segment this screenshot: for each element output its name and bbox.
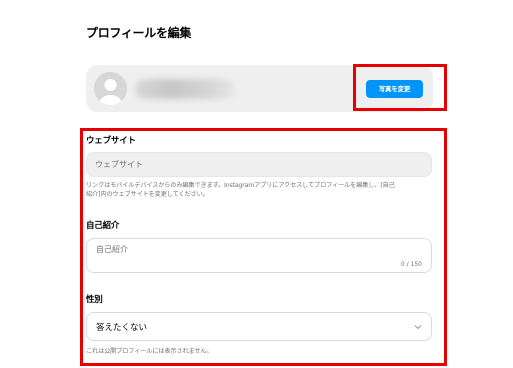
username-redacted — [135, 79, 235, 99]
highlight-box-form — [80, 128, 447, 366]
avatar[interactable] — [94, 72, 127, 105]
default-avatar-icon — [94, 72, 127, 105]
edit-profile-page: プロフィールを編集 写真を変更 ウェブサイト ウェブサイト リンクはモバイルデバ… — [0, 0, 513, 368]
highlight-box-photo — [353, 64, 447, 111]
page-title: プロフィールを編集 — [86, 26, 192, 40]
